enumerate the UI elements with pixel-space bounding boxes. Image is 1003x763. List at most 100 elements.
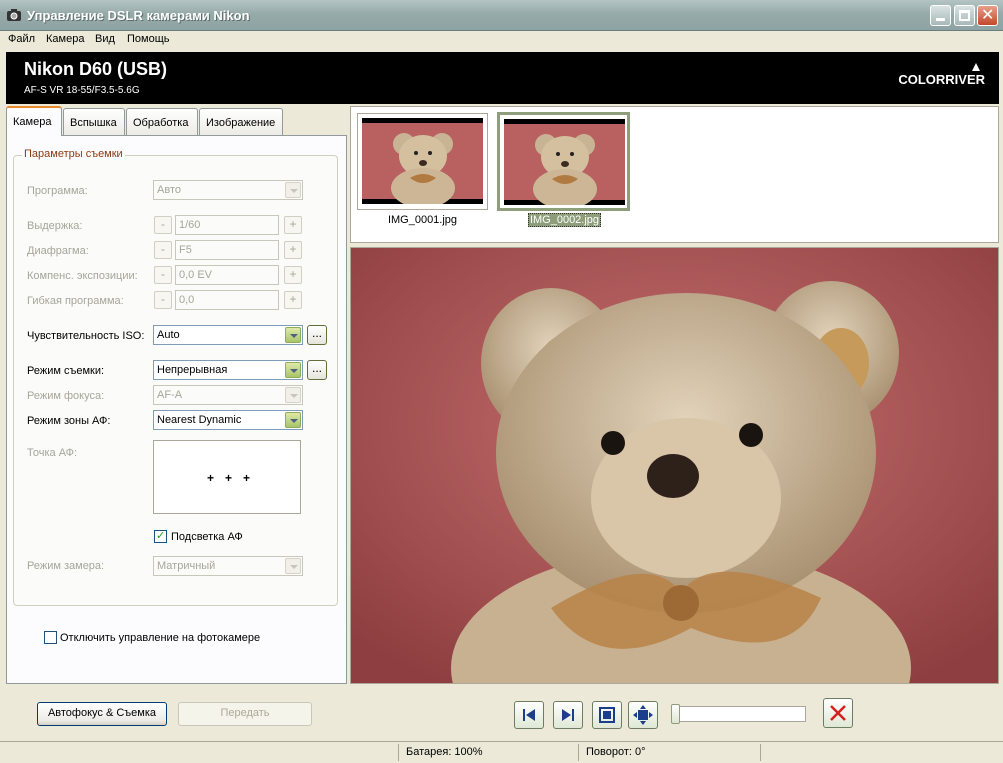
exposure-comp-field: 0,0 EV [175, 265, 279, 285]
camera-name: Nikon D60 (USB) [24, 59, 168, 79]
chevron-down-icon[interactable] [285, 412, 301, 428]
program-value: Авто [157, 184, 181, 196]
minimize-icon [936, 18, 945, 21]
focus-mode-select: AF-A [153, 385, 303, 405]
teddy-bear-photo [351, 248, 998, 683]
focus-mode-label: Режим фокуса: [27, 390, 105, 402]
camera-app-icon [7, 9, 21, 21]
metering-label: Режим замера: [27, 560, 105, 572]
zoom-slider-thumb[interactable] [671, 704, 680, 724]
af-assist-checkbox[interactable] [154, 529, 167, 543]
battery-status: Батарея: 100% [406, 746, 483, 758]
thumbnail-item[interactable] [357, 113, 488, 210]
tab-flash[interactable]: Вспышка [63, 108, 125, 135]
chevron-down-icon[interactable] [285, 327, 301, 343]
maximize-icon [959, 10, 970, 21]
window-title: Управление DSLR камерами Nikon [27, 8, 250, 23]
shooting-mode-select[interactable]: Непрерывная [153, 360, 303, 380]
af-point-label: Точка АФ: [27, 447, 78, 459]
transfer-button: Передать [178, 702, 312, 726]
aperture-minus-button: - [154, 241, 172, 259]
actual-size-button[interactable] [628, 701, 658, 729]
menu-bar: Файл Камера Вид Помощь [0, 31, 1003, 49]
flex-program-plus-button: + [284, 291, 302, 309]
chevron-down-icon [285, 387, 301, 403]
iso-value: Auto [157, 329, 180, 341]
aperture-plus-button: + [284, 241, 302, 259]
aperture-field: F5 [175, 240, 279, 260]
delete-x-icon [830, 705, 846, 721]
iso-select[interactable]: Auto [153, 325, 303, 345]
menu-camera[interactable]: Камера [46, 33, 84, 45]
teddy-bear-thumbnail [362, 118, 483, 204]
tab-camera[interactable]: Камера [6, 106, 62, 136]
menu-help[interactable]: Помощь [127, 33, 170, 45]
af-point-selector[interactable]: + + + [153, 440, 301, 514]
af-area-mode-value: Nearest Dynamic [157, 414, 242, 426]
close-icon: ✕ [981, 7, 995, 24]
exposure-comp-minus-button: - [154, 266, 172, 284]
shutter-label: Выдержка: [27, 220, 83, 232]
maximize-button[interactable] [954, 5, 975, 26]
af-point-left[interactable]: + [207, 471, 214, 485]
autofocus-shoot-button[interactable]: Автофокус & Съемка [37, 702, 167, 726]
status-bar: Батарея: 100% Поворот: 0° [0, 741, 1003, 763]
tab-image[interactable]: Изображение [199, 108, 283, 135]
menu-file[interactable]: Файл [8, 33, 35, 45]
shutter-field: 1/60 [175, 215, 279, 235]
lens-info: AF-S VR 18-55/F3.5-5.6G [24, 85, 140, 96]
program-label: Программа: [27, 185, 88, 197]
skip-back-icon [523, 709, 535, 721]
focus-mode-value: AF-A [157, 389, 183, 401]
shooting-mode-value: Непрерывная [157, 364, 228, 376]
last-image-button[interactable] [553, 701, 583, 729]
flex-program-field: 0,0 [175, 290, 279, 310]
thumbnail-item-selected[interactable] [497, 112, 630, 211]
shooting-mode-more-button[interactable]: ... [307, 360, 327, 380]
thumbnail-label-selected: IMG_0002.jpg [527, 213, 602, 227]
skip-forward-icon [562, 709, 574, 721]
title-bar: Управление DSLR камерами Nikon ✕ [0, 0, 1003, 31]
aperture-label: Диафрагма: [27, 245, 89, 257]
image-preview [350, 247, 999, 684]
iso-more-button[interactable]: ... [307, 325, 327, 345]
rotation-status: Поворот: 0° [586, 746, 646, 758]
first-image-button[interactable] [514, 701, 544, 729]
metering-value: Матричный [157, 560, 216, 572]
shutter-plus-button: + [284, 216, 302, 234]
shutter-minus-button: - [154, 216, 172, 234]
menu-view[interactable]: Вид [95, 33, 115, 45]
af-area-mode-select[interactable]: Nearest Dynamic [153, 410, 303, 430]
flex-program-minus-button: - [154, 291, 172, 309]
thumbnail-strip: IMG_0001.jpg IMG_0002.jpg [350, 106, 999, 243]
delete-button[interactable] [823, 698, 853, 728]
af-point-center[interactable]: + [225, 471, 232, 485]
iso-label: Чувствительность ISO: [27, 330, 145, 342]
shooting-mode-label: Режим съемки: [27, 365, 105, 377]
fit-screen-icon [599, 707, 615, 723]
thumbnail-label: IMG_0001.jpg [387, 214, 458, 226]
chevron-down-icon[interactable] [285, 362, 301, 378]
minimize-button[interactable] [930, 5, 951, 26]
chevron-down-icon [285, 182, 301, 198]
colorriver-logo-icon [972, 63, 980, 71]
chevron-down-icon [285, 558, 301, 574]
exposure-comp-label: Компенс. экспозиции: [27, 270, 138, 282]
zoom-slider-track[interactable] [673, 706, 806, 722]
flex-program-label: Гибкая программа: [27, 295, 124, 307]
camera-header: Nikon D60 (USB) AF-S VR 18-55/F3.5-5.6G … [6, 52, 999, 104]
disable-control-label: Отключить управление на фотокамере [60, 632, 261, 644]
colorriver-logo: COLORRIVER [898, 72, 985, 87]
tab-processing[interactable]: Обработка [126, 108, 198, 135]
af-area-mode-label: Режим зоны АФ: [27, 415, 111, 427]
close-button[interactable]: ✕ [977, 5, 998, 26]
fit-to-window-button[interactable] [592, 701, 622, 729]
group-title: Параметры съемки [22, 148, 125, 160]
exposure-comp-plus-button: + [284, 266, 302, 284]
disable-control-checkbox[interactable] [44, 631, 57, 644]
zoom-actual-icon [633, 705, 653, 725]
metering-select: Матричный [153, 556, 303, 576]
program-select: Авто [153, 180, 303, 200]
af-point-right[interactable]: + [243, 471, 250, 485]
af-assist-label: Подсветка АФ [171, 531, 243, 543]
